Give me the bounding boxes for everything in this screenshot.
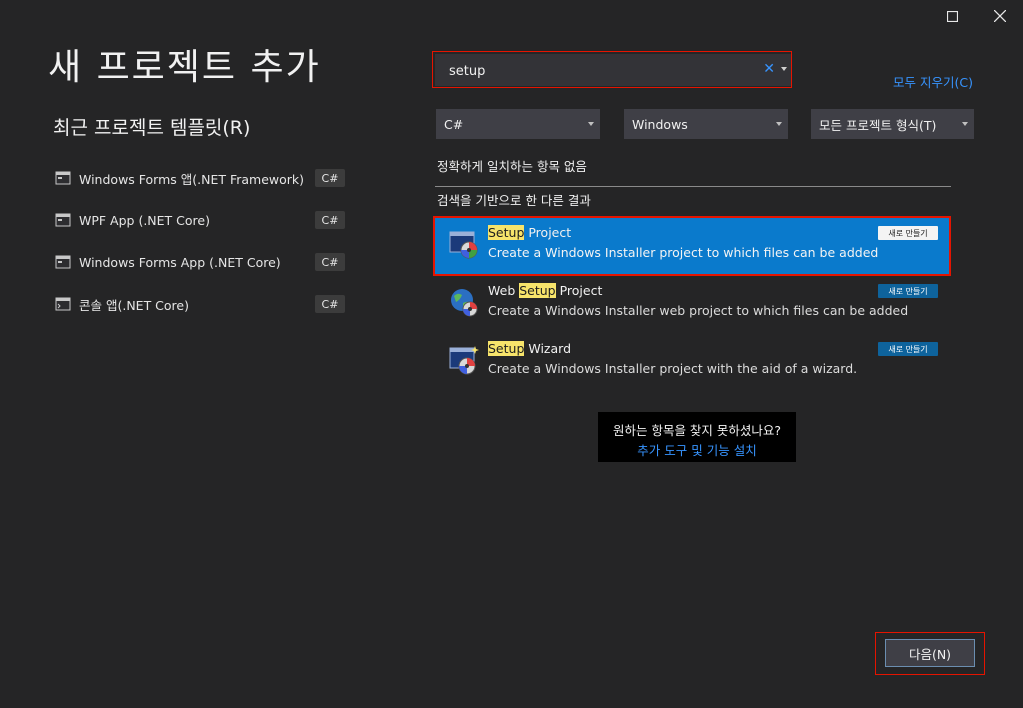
next-button[interactable]: 다음(N): [885, 639, 975, 667]
close-window-button[interactable]: [985, 1, 1015, 31]
project-type-filter[interactable]: 모든 프로젝트 형식(T): [811, 109, 974, 139]
chevron-down-icon: [962, 122, 968, 126]
recent-template-item[interactable]: Windows Forms 앱(.NET Framework) C#: [55, 165, 345, 191]
result-title: Setup Wizard: [488, 341, 571, 356]
create-new-badge[interactable]: 새로 만들기: [878, 226, 938, 240]
create-new-badge[interactable]: 새로 만들기: [878, 342, 938, 356]
maximize-button[interactable]: [937, 1, 967, 31]
form-window-icon: [55, 213, 71, 227]
maximize-icon: [946, 10, 958, 22]
language-badge: C#: [315, 211, 345, 229]
result-description: Create a Windows Installer web project t…: [488, 303, 909, 318]
page-title: 새 프로젝트 추가: [48, 47, 321, 88]
language-filter[interactable]: C#: [436, 109, 600, 139]
other-results-heading: 검색을 기반으로 한 다른 결과: [437, 193, 591, 208]
language-badge: C#: [315, 253, 345, 271]
create-new-badge[interactable]: 새로 만들기: [878, 284, 938, 298]
search-match-highlight: Setup: [488, 341, 525, 356]
result-item-web-setup-project[interactable]: Web Setup Project Create a Windows Insta…: [435, 276, 949, 332]
result-item-setup-project[interactable]: Setup Project Create a Windows Installer…: [433, 216, 951, 276]
search-input[interactable]: [447, 54, 751, 88]
project-type-filter-value: 모든 프로젝트 형식(T): [819, 117, 937, 133]
recent-templates-heading: 최근 프로젝트 템플릿(R): [53, 117, 251, 139]
recent-template-item[interactable]: 콘솔 앱(.NET Core) C#: [55, 291, 345, 317]
language-filter-value: C#: [444, 116, 464, 132]
recent-template-label: Windows Forms App (.NET Core): [79, 254, 281, 270]
help-box: 원하는 항목을 찾지 못하셨나요? 추가 도구 및 기능 설치: [598, 412, 796, 462]
recent-template-item[interactable]: Windows Forms App (.NET Core) C#: [55, 249, 345, 275]
close-icon[interactable]: ✕: [763, 61, 775, 77]
recent-template-label: WPF App (.NET Core): [79, 212, 210, 228]
search-box[interactable]: ✕: [435, 54, 791, 88]
chevron-down-icon: [776, 122, 782, 126]
console-window-icon: [55, 297, 71, 311]
recent-template-label: Windows Forms 앱(.NET Framework): [79, 171, 305, 187]
result-description: Create a Windows Installer project with …: [488, 361, 858, 376]
form-window-icon: [55, 171, 71, 185]
chevron-down-icon: [588, 122, 594, 126]
result-title: Web Setup Project: [488, 283, 603, 298]
language-badge: C#: [315, 169, 345, 187]
recent-template-label: 콘솔 앱(.NET Core): [79, 297, 189, 313]
result-description: Create a Windows Installer project to wh…: [488, 245, 879, 260]
result-item-setup-wizard[interactable]: Setup Wizard Create a Windows Installer …: [435, 334, 949, 390]
search-match-highlight: Setup: [519, 283, 556, 298]
close-icon: [994, 10, 1006, 22]
recent-template-item[interactable]: WPF App (.NET Core) C#: [55, 207, 345, 233]
help-question: 원하는 항목을 찾지 못하셨나요?: [612, 423, 782, 438]
divider: [435, 186, 951, 187]
platform-filter-value: Windows: [632, 116, 688, 132]
no-exact-match-text: 정확하게 일치하는 항목 없음: [437, 159, 587, 174]
clear-all-link[interactable]: 모두 지우기(C): [893, 72, 973, 91]
install-tools-link[interactable]: 추가 도구 및 기능 설치: [598, 440, 796, 459]
platform-filter[interactable]: Windows: [624, 109, 788, 139]
language-badge: C#: [315, 295, 345, 313]
chevron-down-icon[interactable]: [781, 67, 787, 71]
result-title: Setup Project: [488, 225, 572, 240]
setup-wizard-icon: [449, 346, 479, 375]
setup-project-icon: [449, 231, 478, 259]
form-window-icon: [55, 255, 71, 269]
search-match-highlight: Setup: [488, 225, 525, 240]
web-setup-project-icon: [451, 289, 478, 317]
